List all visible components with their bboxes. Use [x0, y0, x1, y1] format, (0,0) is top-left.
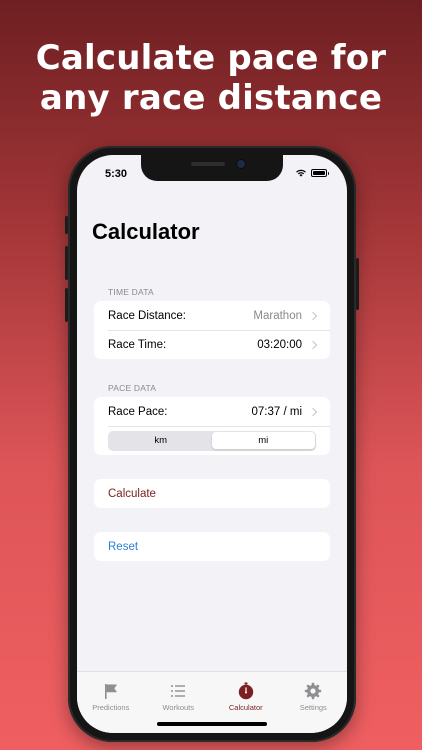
notch	[141, 155, 283, 181]
front-camera	[237, 160, 245, 168]
chevron-right-icon	[308, 407, 318, 416]
race-distance-value: Marathon	[253, 309, 302, 322]
gear-icon	[305, 682, 322, 700]
earpiece-speaker	[191, 162, 225, 166]
time-data-header: TIME DATA	[108, 287, 154, 297]
pace-data-header: PACE DATA	[108, 383, 157, 393]
race-time-row[interactable]: Race Time: 03:20:00	[94, 330, 330, 359]
stopwatch-icon	[238, 682, 253, 700]
mute-switch	[65, 216, 68, 234]
wifi-icon	[296, 169, 306, 177]
tab-label-calculator: Calculator	[228, 703, 263, 712]
home-indicator	[157, 722, 267, 726]
tab-settings[interactable]: Settings	[280, 672, 348, 733]
unit-option-mi[interactable]: mi	[212, 432, 315, 449]
flag-icon	[104, 684, 117, 699]
status-icons	[295, 168, 329, 177]
unit-option-km[interactable]: km	[110, 432, 213, 449]
marketing-headline: Calculate pace for any race distance	[0, 38, 422, 118]
race-pace-label: Race Pace:	[108, 405, 168, 418]
race-time-label: Race Time:	[108, 338, 167, 351]
tab-label-workouts: Workouts	[162, 703, 195, 712]
unit-segment-row: km mi	[94, 426, 330, 455]
race-time-value: 03:20:00	[257, 338, 302, 351]
race-pace-value: 07:37 / mi	[251, 405, 303, 418]
phone-frame: 5:30 Calculator TIME DATA Race Distance:…	[65, 146, 359, 742]
time-data-group: Race Distance: Marathon Race Time: 03:20…	[94, 301, 330, 359]
headline-line-1: Calculate pace for	[35, 38, 387, 78]
chevron-right-icon	[308, 340, 318, 349]
tab-label-settings: Settings	[299, 703, 327, 712]
reset-button[interactable]: Reset	[94, 532, 330, 561]
race-pace-row[interactable]: Race Pace: 07:37 / mi	[94, 397, 330, 426]
race-distance-row[interactable]: Race Distance: Marathon	[94, 301, 330, 330]
volume-up-button	[65, 246, 68, 280]
pace-data-group: Race Pace: 07:37 / mi km mi	[94, 397, 330, 455]
calculate-button[interactable]: Calculate	[94, 479, 330, 508]
tab-label-predictions: Predictions	[92, 703, 130, 712]
status-time: 5:30	[105, 168, 128, 180]
headline-line-2: any race distance	[39, 78, 383, 118]
race-distance-label: Race Distance:	[108, 309, 186, 322]
chevron-right-icon	[308, 311, 318, 320]
phone-screen: 5:30 Calculator TIME DATA Race Distance:…	[77, 155, 347, 733]
volume-down-button	[65, 288, 68, 322]
page-title: Calculator	[92, 219, 200, 244]
power-button	[356, 258, 359, 310]
unit-segmented-control: km mi	[108, 430, 316, 451]
battery-icon	[311, 168, 329, 177]
tab-predictions[interactable]: Predictions	[77, 672, 145, 733]
list-icon	[171, 685, 186, 697]
